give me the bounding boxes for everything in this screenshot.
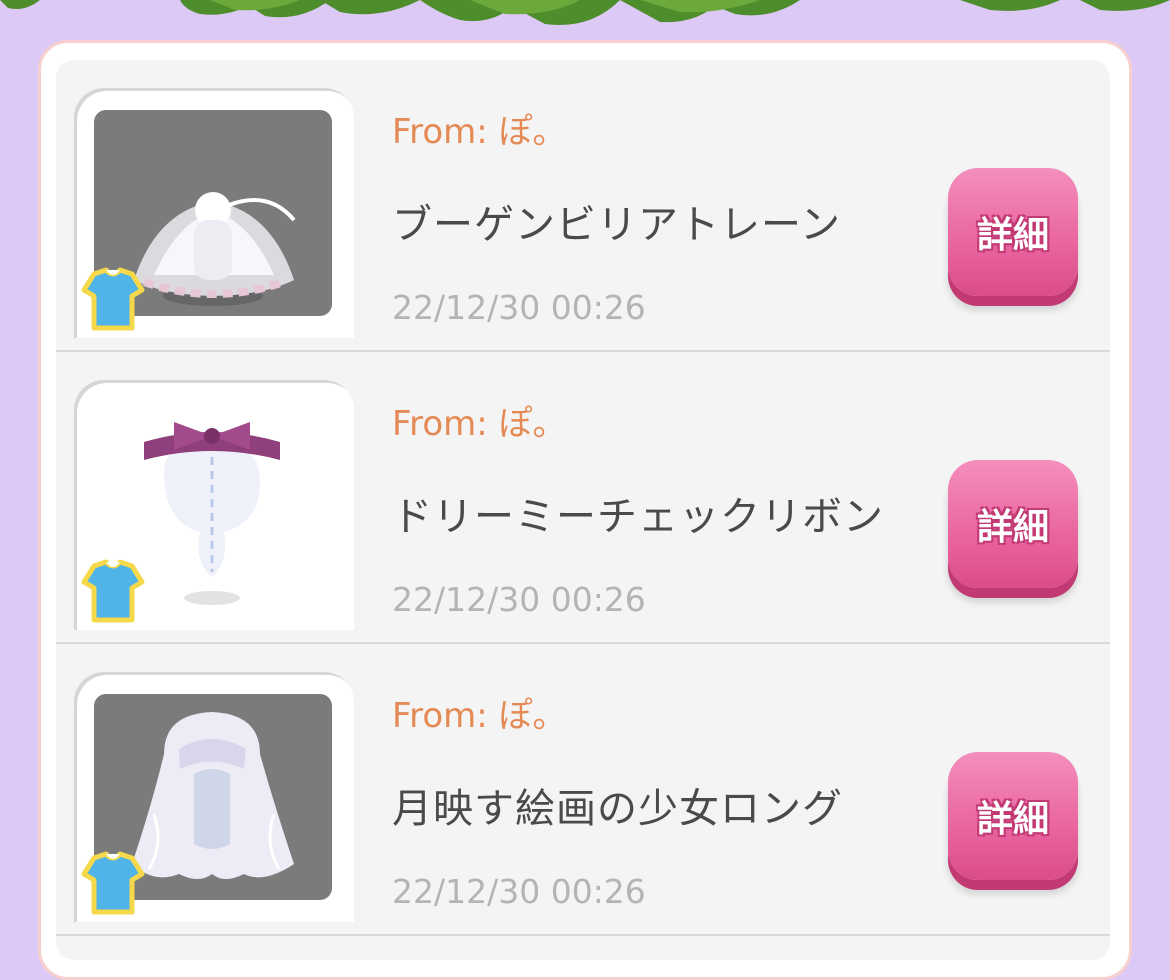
item-thumbnail — [74, 380, 354, 630]
received-date: 22/12/30 00:26 — [392, 580, 646, 619]
item-thumbnail — [74, 88, 354, 338]
detail-button-label: 詳細 — [976, 799, 1049, 840]
leaf-garland-decoration — [0, 0, 1170, 25]
item-name: ブーゲンビリアトレーン — [392, 202, 841, 248]
gift-list: From: ぽ。 ブーゲンビリアトレーン 22/12/30 00:26 詳細 F… — [56, 60, 1110, 960]
list-item: From: ぽ。 ドリーミーチェックリボン 22/12/30 00:26 詳細 — [56, 352, 1110, 644]
outfit-icon — [81, 851, 145, 915]
detail-button[interactable]: 詳細 — [948, 168, 1078, 296]
detail-button-label: 詳細 — [976, 507, 1049, 548]
item-thumbnail — [74, 672, 354, 922]
sender-label: From: ぽ。 — [392, 696, 567, 736]
received-date: 22/12/30 00:26 — [392, 872, 646, 911]
detail-button-label: 詳細 — [976, 215, 1049, 256]
outfit-icon — [81, 559, 145, 623]
item-name: ドリーミーチェックリボン — [392, 494, 884, 540]
detail-button[interactable]: 詳細 — [948, 460, 1078, 588]
item-name: 月映す絵画の少女ロング — [392, 786, 843, 832]
list-item: From: ぽ。 ブーゲンビリアトレーン 22/12/30 00:26 詳細 — [56, 60, 1110, 352]
sender-label: From: ぽ。 — [392, 404, 567, 444]
row-divider — [56, 934, 1110, 936]
list-item: From: ぽ。 月映す絵画の少女ロング 22/12/30 00:26 詳細 — [56, 644, 1110, 936]
sender-label: From: ぽ。 — [392, 112, 567, 152]
outfit-icon — [81, 267, 145, 331]
detail-button[interactable]: 詳細 — [948, 752, 1078, 880]
received-date: 22/12/30 00:26 — [392, 288, 646, 327]
